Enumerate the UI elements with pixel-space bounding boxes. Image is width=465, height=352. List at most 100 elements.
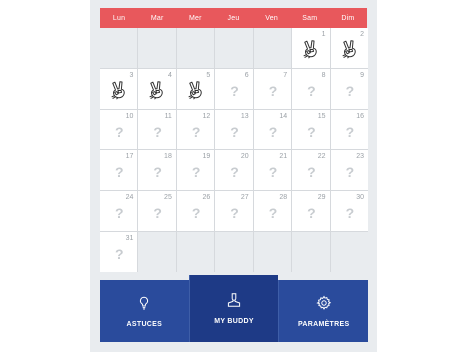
calendar-day-cell[interactable]: 6? bbox=[215, 68, 253, 109]
day-number: 3 bbox=[129, 71, 134, 79]
calendar-empty-cell bbox=[292, 232, 330, 272]
question-mark-icon: ? bbox=[191, 123, 201, 140]
calendar-empty-cell bbox=[253, 28, 292, 68]
question-mark-icon: ? bbox=[345, 123, 355, 140]
person-icon bbox=[227, 293, 241, 307]
question-mark-icon: ? bbox=[268, 205, 278, 222]
calendar-empty-cell bbox=[176, 28, 215, 68]
calendar-day-cell[interactable]: 27? bbox=[215, 191, 253, 232]
calendar-day-cell[interactable]: 13? bbox=[215, 109, 253, 150]
question-mark-icon: ? bbox=[191, 205, 201, 222]
question-mark-icon: ? bbox=[115, 164, 124, 181]
tab-label-astuces: ASTUCES bbox=[126, 320, 163, 328]
day-number: 22 bbox=[317, 153, 326, 161]
lightbulb-icon bbox=[140, 296, 149, 309]
day-number: 17 bbox=[125, 153, 134, 161]
day-number: 6 bbox=[244, 71, 249, 79]
calendar-day-cell[interactable]: 4 bbox=[138, 68, 176, 109]
calendar-day-cell[interactable]: 16? bbox=[330, 109, 368, 150]
day-number: 11 bbox=[164, 112, 172, 120]
question-mark-icon: ? bbox=[307, 205, 316, 222]
question-mark-icon: ? bbox=[268, 123, 278, 140]
peace-hand-icon bbox=[303, 40, 317, 59]
question-mark-icon: ? bbox=[307, 82, 316, 99]
calendar-day-cell[interactable]: 9? bbox=[330, 68, 368, 109]
day-number: 14 bbox=[279, 112, 288, 120]
day-number: 8 bbox=[321, 71, 326, 79]
calendar-day-cell[interactable]: 31? bbox=[100, 232, 138, 272]
calendar-day-cell[interactable]: 2 bbox=[330, 28, 368, 68]
day-number: 5 bbox=[206, 71, 211, 79]
tab-astuces[interactable]: ASTUCES bbox=[100, 280, 189, 342]
calendar-day-cell[interactable]: 3 bbox=[100, 68, 138, 109]
calendar-day-cell[interactable]: 23? bbox=[330, 150, 368, 191]
bottom-tabbar: ASTUCES MY BUDDY PARAMÈTRES bbox=[100, 275, 368, 342]
day-number: 7 bbox=[283, 71, 288, 79]
weekday-thu: Jeu bbox=[227, 14, 240, 22]
tab-parametres[interactable]: PARAMÈTRES bbox=[278, 280, 368, 342]
peace-hand-icon bbox=[342, 40, 356, 59]
calendar-app: Lun Mar Mer Jeu Ven Sam Dim 1 2 3 4 5 6? 7? 8? 9… bbox=[90, 0, 377, 352]
calendar-day-cell[interactable]: 12? bbox=[176, 109, 215, 150]
question-mark-icon: ? bbox=[191, 164, 201, 181]
calendar-day-cell[interactable]: 1 bbox=[292, 28, 330, 68]
calendar-day-cell[interactable]: 11? bbox=[138, 109, 176, 150]
calendar-day-cell[interactable]: 15? bbox=[292, 109, 330, 150]
calendar-day-cell[interactable]: 29? bbox=[292, 191, 330, 232]
calendar-day-cell[interactable]: 17? bbox=[100, 150, 138, 191]
calendar-day-cell[interactable]: 14? bbox=[253, 109, 292, 150]
weekday-fri: Ven bbox=[265, 14, 278, 22]
question-mark-icon: ? bbox=[307, 164, 316, 181]
day-number: 25 bbox=[164, 194, 172, 202]
day-number: 15 bbox=[317, 112, 326, 120]
day-number: 1 bbox=[321, 31, 326, 38]
calendar-grid: 1 2 3 4 5 6? 7? 8? 9? 10? 11? 12? 13? 14? 15? 16? 17? 18?… bbox=[100, 28, 368, 272]
day-number: 19 bbox=[202, 153, 211, 161]
question-mark-icon: ? bbox=[230, 82, 239, 99]
day-number: 23 bbox=[356, 153, 364, 161]
calendar-day-cell[interactable]: 7? bbox=[253, 68, 292, 109]
question-mark-icon: ? bbox=[345, 82, 355, 99]
question-mark-icon: ? bbox=[345, 205, 355, 222]
question-mark-icon: ? bbox=[307, 123, 316, 140]
calendar-day-cell[interactable]: 19? bbox=[176, 150, 215, 191]
day-number: 18 bbox=[164, 153, 172, 161]
day-number: 10 bbox=[125, 112, 134, 120]
calendar-empty-cell bbox=[138, 232, 176, 272]
peace-hand-icon bbox=[149, 81, 164, 100]
question-mark-icon: ? bbox=[230, 123, 239, 140]
day-number: 4 bbox=[167, 71, 172, 79]
question-mark-icon: ? bbox=[230, 164, 239, 181]
calendar-day-cell[interactable]: 5 bbox=[176, 68, 215, 109]
day-number: 2 bbox=[360, 31, 364, 38]
calendar-empty-cell bbox=[253, 232, 292, 272]
calendar-day-cell[interactable]: 21? bbox=[253, 150, 292, 191]
calendar-day-cell[interactable]: 8? bbox=[292, 68, 330, 109]
question-mark-icon: ? bbox=[153, 164, 162, 181]
question-mark-icon: ? bbox=[115, 246, 124, 263]
question-mark-icon: ? bbox=[268, 164, 278, 181]
day-number: 24 bbox=[125, 194, 134, 202]
day-number: 16 bbox=[356, 112, 364, 120]
calendar-day-cell[interactable]: 30? bbox=[330, 191, 368, 232]
calendar-day-cell[interactable]: 22? bbox=[292, 150, 330, 191]
weekday-tue: Mar bbox=[150, 14, 164, 22]
tab-my-buddy[interactable]: MY BUDDY bbox=[188, 275, 279, 342]
day-number: 30 bbox=[356, 194, 364, 202]
calendar-day-cell[interactable]: 18? bbox=[138, 150, 176, 191]
weekday-sat: Sam bbox=[302, 14, 318, 22]
calendar-day-cell[interactable]: 26? bbox=[176, 191, 215, 232]
question-mark-icon: ? bbox=[153, 205, 162, 222]
question-mark-icon: ? bbox=[115, 205, 124, 222]
calendar-day-cell[interactable]: 28? bbox=[253, 191, 292, 232]
calendar-day-cell[interactable]: 20? bbox=[215, 150, 253, 191]
calendar-day-cell[interactable]: 24? bbox=[100, 191, 138, 232]
day-number: 12 bbox=[202, 112, 211, 120]
calendar-empty-cell bbox=[215, 28, 253, 68]
calendar-empty-cell bbox=[138, 28, 176, 68]
question-mark-icon: ? bbox=[268, 82, 278, 99]
calendar-day-cell[interactable]: 10? bbox=[100, 109, 138, 150]
question-mark-icon: ? bbox=[230, 205, 239, 222]
calendar-day-cell[interactable]: 25? bbox=[138, 191, 176, 232]
calendar-empty-cell bbox=[215, 232, 253, 272]
